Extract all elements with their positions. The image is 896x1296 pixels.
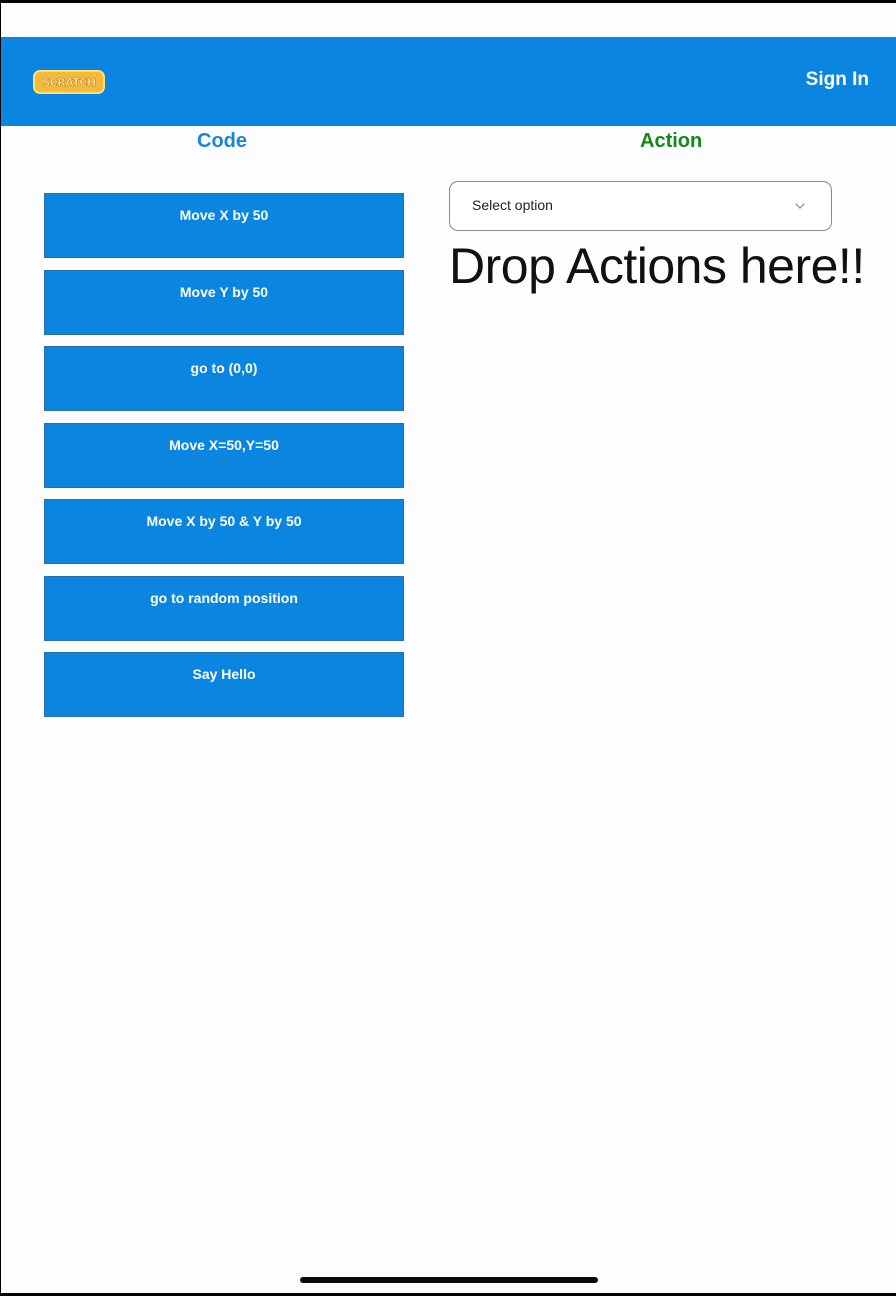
top-navbar: SCRATCH Sign In (1, 37, 896, 126)
sign-in-link[interactable]: Sign In (806, 69, 869, 91)
code-block-go-to-origin[interactable]: go to (0,0) (44, 346, 404, 411)
action-select-dropdown[interactable]: Select option (449, 181, 832, 231)
code-block-move-x-and-y[interactable]: Move X by 50 & Y by 50 (44, 499, 404, 564)
home-indicator[interactable] (300, 1277, 598, 1283)
code-block-say-hello[interactable]: Say Hello (44, 652, 404, 717)
code-block-move-x[interactable]: Move X by 50 (44, 193, 404, 258)
action-column-title: Action (640, 130, 703, 152)
code-block-random-position[interactable]: go to random position (44, 575, 404, 641)
select-placeholder: Select option (472, 197, 553, 213)
code-block-list: Move X by 50 Move Y by 50 go to (0,0) Mo… (44, 193, 404, 729)
drop-zone-label: Drop Actions here!! (449, 238, 865, 294)
chevron-down-icon (795, 203, 805, 209)
app-screen: SCRATCH Sign In Code Action Move X by 50… (0, 0, 896, 1296)
code-block-move-y[interactable]: Move Y by 50 (44, 269, 404, 335)
scratch-logo[interactable]: SCRATCH (33, 70, 105, 94)
logo-text: SCRATCH (42, 75, 97, 89)
status-bar-area (1, 3, 896, 37)
code-block-move-xy-set[interactable]: Move X=50,Y=50 (44, 422, 404, 488)
action-drop-zone[interactable]: Drop Actions here!! (449, 237, 896, 1237)
code-column-title: Code (197, 130, 247, 152)
